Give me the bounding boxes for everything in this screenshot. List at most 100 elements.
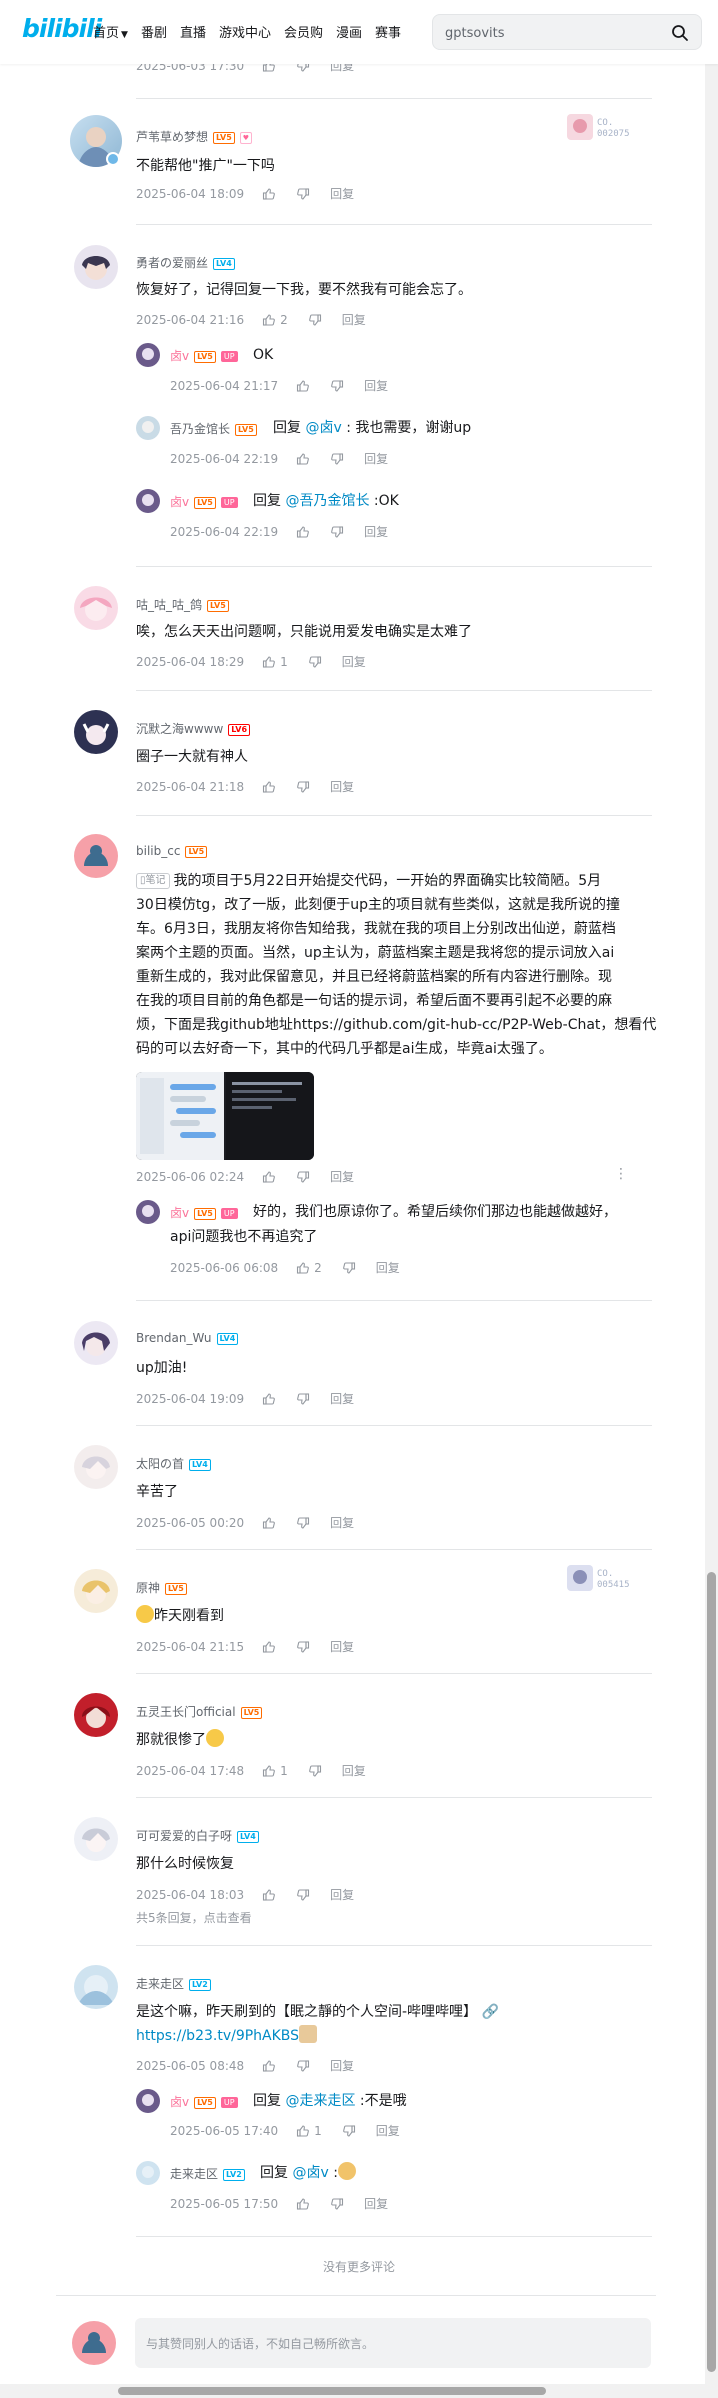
scrollbar-thumb[interactable] [118,2387,546,2395]
dislike-button[interactable] [296,780,310,794]
dislike-button[interactable] [296,2059,310,2073]
external-link[interactable]: https://b23.tv/9PhAKBS [136,2028,299,2044]
reply-username[interactable]: 卤v LV5 UP [170,1204,238,1221]
like-button[interactable] [262,1640,276,1654]
reply-button[interactable]: 回复 [376,1259,400,1276]
dislike-button[interactable] [296,1170,310,1184]
dislike-button[interactable] [330,525,344,539]
reply-button[interactable]: 回复 [342,311,366,328]
nav-anime[interactable]: 番剧 [141,22,167,41]
like-button[interactable]: 1 [296,2124,322,2138]
dislike-button[interactable] [296,1640,310,1654]
username[interactable]: 原神 LV5 [136,1579,187,1596]
like-button[interactable] [262,1516,276,1530]
username[interactable]: bilib_cc LV5 [136,844,208,858]
reply-button[interactable]: 回复 [330,1168,354,1185]
reply-username[interactable]: 卤v LV5 UP [170,2093,238,2110]
reply-username[interactable]: 走来走区 LV2 [170,2165,245,2182]
avatar[interactable] [74,1321,118,1365]
reply-button[interactable]: 回复 [342,1762,366,1779]
like-button[interactable] [262,780,276,794]
reply-avatar[interactable] [136,2089,160,2113]
nav-manga[interactable]: 漫画 [336,22,362,41]
mention-link[interactable]: @卤v [305,420,341,436]
reply-username[interactable]: 卤v LV5 UP [170,347,238,364]
avatar[interactable] [74,586,118,630]
like-button[interactable]: 2 [262,313,288,327]
like-button[interactable]: 1 [262,655,288,669]
username[interactable]: Brendan_Wu LV4 [136,1331,239,1345]
username[interactable]: 芦苇草め梦想 LV5 ♥ [136,128,253,145]
reply-username[interactable]: 卤v LV5 UP [170,493,238,510]
username[interactable]: 勇者の爱丽丝 LV4 [136,254,235,271]
username[interactable]: 可可爱爱的白子呀 LV4 [136,1827,259,1844]
username[interactable]: 咕_咕_咕_鸽 LV5 [136,596,229,613]
reply-button[interactable]: 回复 [330,1514,354,1531]
dislike-button[interactable] [308,655,322,669]
dislike-button[interactable] [330,379,344,393]
reply-button[interactable]: 回复 [342,653,366,670]
username[interactable]: 太阳の首 LV4 [136,1455,211,1472]
dislike-button[interactable] [296,187,310,201]
mention-link[interactable]: @吾乃金馆长 [285,493,369,509]
reply-username[interactable]: 吾乃金馆长 LV5 [170,420,257,437]
dislike-button[interactable] [296,1888,310,1902]
reply-avatar[interactable] [136,1200,160,1224]
nav-esports[interactable]: 赛事 [375,22,401,41]
like-button[interactable]: 1 [262,1764,288,1778]
reply-button[interactable]: 回复 [330,1886,354,1903]
reply-avatar[interactable] [136,416,160,440]
mention-link[interactable]: @走来走区 [285,2093,355,2109]
scrollbar-thumb[interactable] [707,1572,716,2372]
like-button[interactable] [296,379,310,393]
avatar[interactable] [74,834,118,878]
horizontal-scrollbar[interactable] [0,2384,718,2398]
nav-mall[interactable]: 会员购 [284,22,323,41]
vertical-scrollbar[interactable] [705,0,718,2398]
my-avatar[interactable] [72,2321,116,2365]
username[interactable]: 走来走区 LV2 [136,1975,211,1992]
like-button[interactable] [296,452,310,466]
like-button[interactable] [262,1170,276,1184]
nav-game-center[interactable]: 游戏中心 [219,22,271,41]
dislike-button[interactable] [342,1261,356,1275]
like-button[interactable] [262,1392,276,1406]
like-button[interactable] [262,187,276,201]
bilibili-logo[interactable]: bilibili [22,14,102,48]
reply-button[interactable]: 回复 [364,450,388,467]
mention-link[interactable]: @卤v [292,2165,328,2181]
comment-image[interactable] [136,1072,314,1160]
reply-avatar[interactable] [136,2161,160,2185]
like-button[interactable] [262,2059,276,2073]
reply-button[interactable]: 回复 [330,185,354,202]
avatar[interactable] [74,1817,118,1861]
reply-button[interactable]: 回复 [376,2122,400,2139]
avatar[interactable] [74,1445,118,1489]
search-input[interactable] [445,23,645,43]
reply-avatar[interactable] [136,343,160,367]
reply-button[interactable]: 回复 [330,1638,354,1655]
avatar[interactable] [74,1965,118,2009]
avatar[interactable] [74,1569,118,1613]
reply-button[interactable]: 回复 [330,2057,354,2074]
username[interactable]: 五灵王长门official LV5 [136,1703,263,1720]
dislike-button[interactable] [308,1764,322,1778]
comment-input[interactable]: 与其赞同别人的话语，不如自己畅所欲言。 [135,2318,651,2368]
reply-button[interactable]: 回复 [364,377,388,394]
reply-avatar[interactable] [136,489,160,513]
dislike-button[interactable] [296,1516,310,1530]
reply-button[interactable]: 回复 [364,2195,388,2212]
dislike-button[interactable] [296,1392,310,1406]
more-options-icon[interactable]: ⋮ [614,1166,628,1182]
dislike-button[interactable] [342,2124,356,2138]
like-button[interactable] [296,2197,310,2211]
reply-button[interactable]: 回复 [364,523,388,540]
reply-button[interactable]: 回复 [330,1390,354,1407]
avatar[interactable] [74,245,118,289]
dislike-button[interactable] [308,313,322,327]
dislike-button[interactable] [330,2197,344,2211]
nav-home[interactable]: 首页 ▼ [93,22,128,41]
view-more-replies[interactable]: 共5条回复，点击查看 [136,1909,252,1926]
reply-button[interactable]: 回复 [330,778,354,795]
like-button[interactable] [296,525,310,539]
